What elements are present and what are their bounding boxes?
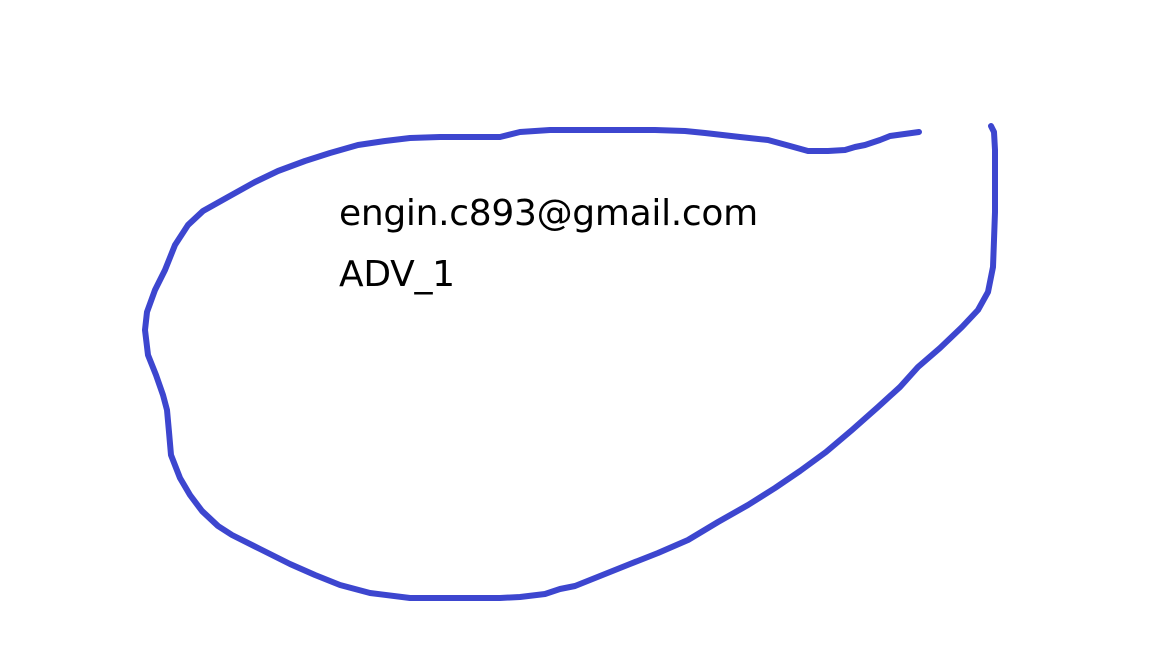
drawing-canvas: engin.c893@gmail.com ADV_1 xyxy=(0,0,1152,648)
freehand-loop-stroke xyxy=(142,123,998,601)
label-text: ADV_1 xyxy=(339,254,455,295)
email-text: engin.c893@gmail.com xyxy=(339,193,758,234)
